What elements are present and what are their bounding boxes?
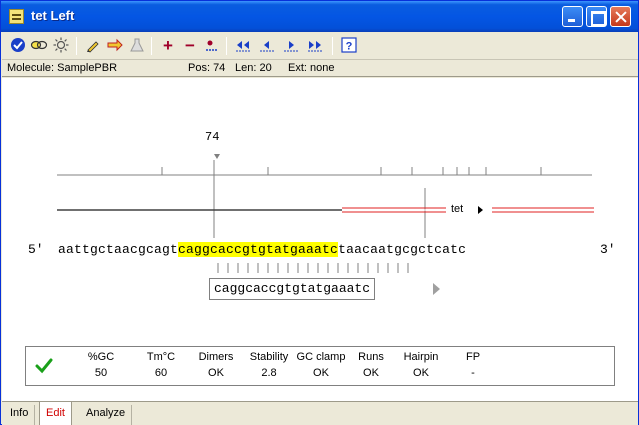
- tab-edit[interactable]: Edit: [39, 402, 72, 425]
- primer-direction-arrow: [433, 283, 440, 295]
- toolbar-separator: [226, 37, 227, 55]
- feature-label[interactable]: tet: [449, 203, 466, 215]
- flask-icon[interactable]: [128, 37, 146, 55]
- sequence-text[interactable]: aattgctaacgcagtcaggcaccgtgtatgaaatctaaca…: [58, 242, 466, 257]
- close-button[interactable]: [610, 6, 631, 27]
- feature-direction-arrow: [478, 206, 483, 214]
- link-icon[interactable]: [30, 37, 48, 55]
- stat-header: %GC: [87, 351, 115, 363]
- checkmark-icon: [35, 358, 53, 374]
- check-circle-icon[interactable]: [9, 37, 27, 55]
- stat-header: FP: [465, 351, 481, 363]
- toolbar: + − ?: [2, 32, 638, 60]
- sun-icon[interactable]: [52, 37, 70, 55]
- tab-analyze[interactable]: Analyze: [80, 405, 133, 425]
- app-icon: [9, 9, 24, 24]
- svg-text:?: ?: [346, 41, 353, 53]
- stat-value: 2.8: [261, 367, 277, 379]
- prev-icon[interactable]: [258, 37, 276, 55]
- position-label: Pos: 74: [188, 62, 226, 74]
- five-prime-label: 5': [28, 242, 44, 257]
- stat-value: -: [471, 367, 475, 379]
- toolbar-separator: [76, 37, 77, 55]
- stat-header: Hairpin: [403, 351, 439, 363]
- next-icon[interactable]: [282, 37, 300, 55]
- ruler-ticks: [161, 167, 542, 175]
- stat-header: Tm°C: [146, 351, 176, 363]
- primer-box[interactable]: caggcaccgtgtatgaaatc: [209, 278, 376, 300]
- toolbar-separator: [332, 37, 333, 55]
- three-prime-label: 3': [600, 242, 616, 257]
- window-title: tet Left: [31, 8, 75, 23]
- toolbar-separator: [151, 37, 152, 55]
- sequence-before: aattgctaacgcagt: [58, 242, 179, 257]
- step-icon[interactable]: [203, 37, 221, 55]
- stat-value: 60: [154, 367, 168, 379]
- first-icon[interactable]: [234, 37, 252, 55]
- pencil-icon[interactable]: [84, 37, 102, 55]
- stat-header: Stability: [249, 351, 289, 363]
- sequence-after: taacaatgcgctcatc: [338, 242, 467, 257]
- stat-value: OK: [413, 367, 429, 379]
- bottom-tab-bar: Info Edit Analyze: [2, 401, 638, 425]
- primer-stats-panel: %GC Tm°C Dimers Stability GC clamp Runs …: [25, 346, 615, 386]
- main-window: tet Left + − ? Molecule: SamplePBR Pos: …: [0, 0, 639, 425]
- position-marker-arrow: [214, 154, 220, 159]
- last-icon[interactable]: [306, 37, 324, 55]
- help-icon[interactable]: ?: [340, 37, 358, 55]
- title-bar[interactable]: tet Left: [1, 1, 638, 32]
- plus-icon[interactable]: +: [159, 37, 177, 55]
- match-ticks: [217, 263, 409, 273]
- primer-highlight: caggcaccgtgtatgaaatc: [178, 242, 339, 257]
- stat-value: 50: [94, 367, 108, 379]
- double-arrow-icon[interactable]: [106, 37, 124, 55]
- stat-value: OK: [208, 367, 224, 379]
- sequence-canvas[interactable]: 74 tet 5' aattgctaacgcagtcaggcaccgtgtatg…: [2, 78, 638, 401]
- molecule-label: Molecule: SamplePBR: [7, 62, 118, 74]
- minus-icon[interactable]: −: [181, 37, 199, 55]
- tab-info[interactable]: Info: [4, 405, 36, 425]
- maximize-button[interactable]: [586, 6, 607, 27]
- extension-label: Ext: none: [288, 62, 335, 74]
- minimize-button[interactable]: [562, 6, 583, 27]
- length-label: Len: 20: [235, 62, 272, 74]
- info-bar: Molecule: SamplePBR Pos: 74 Len: 20 Ext:…: [2, 60, 638, 77]
- stat-header: Dimers: [198, 351, 234, 363]
